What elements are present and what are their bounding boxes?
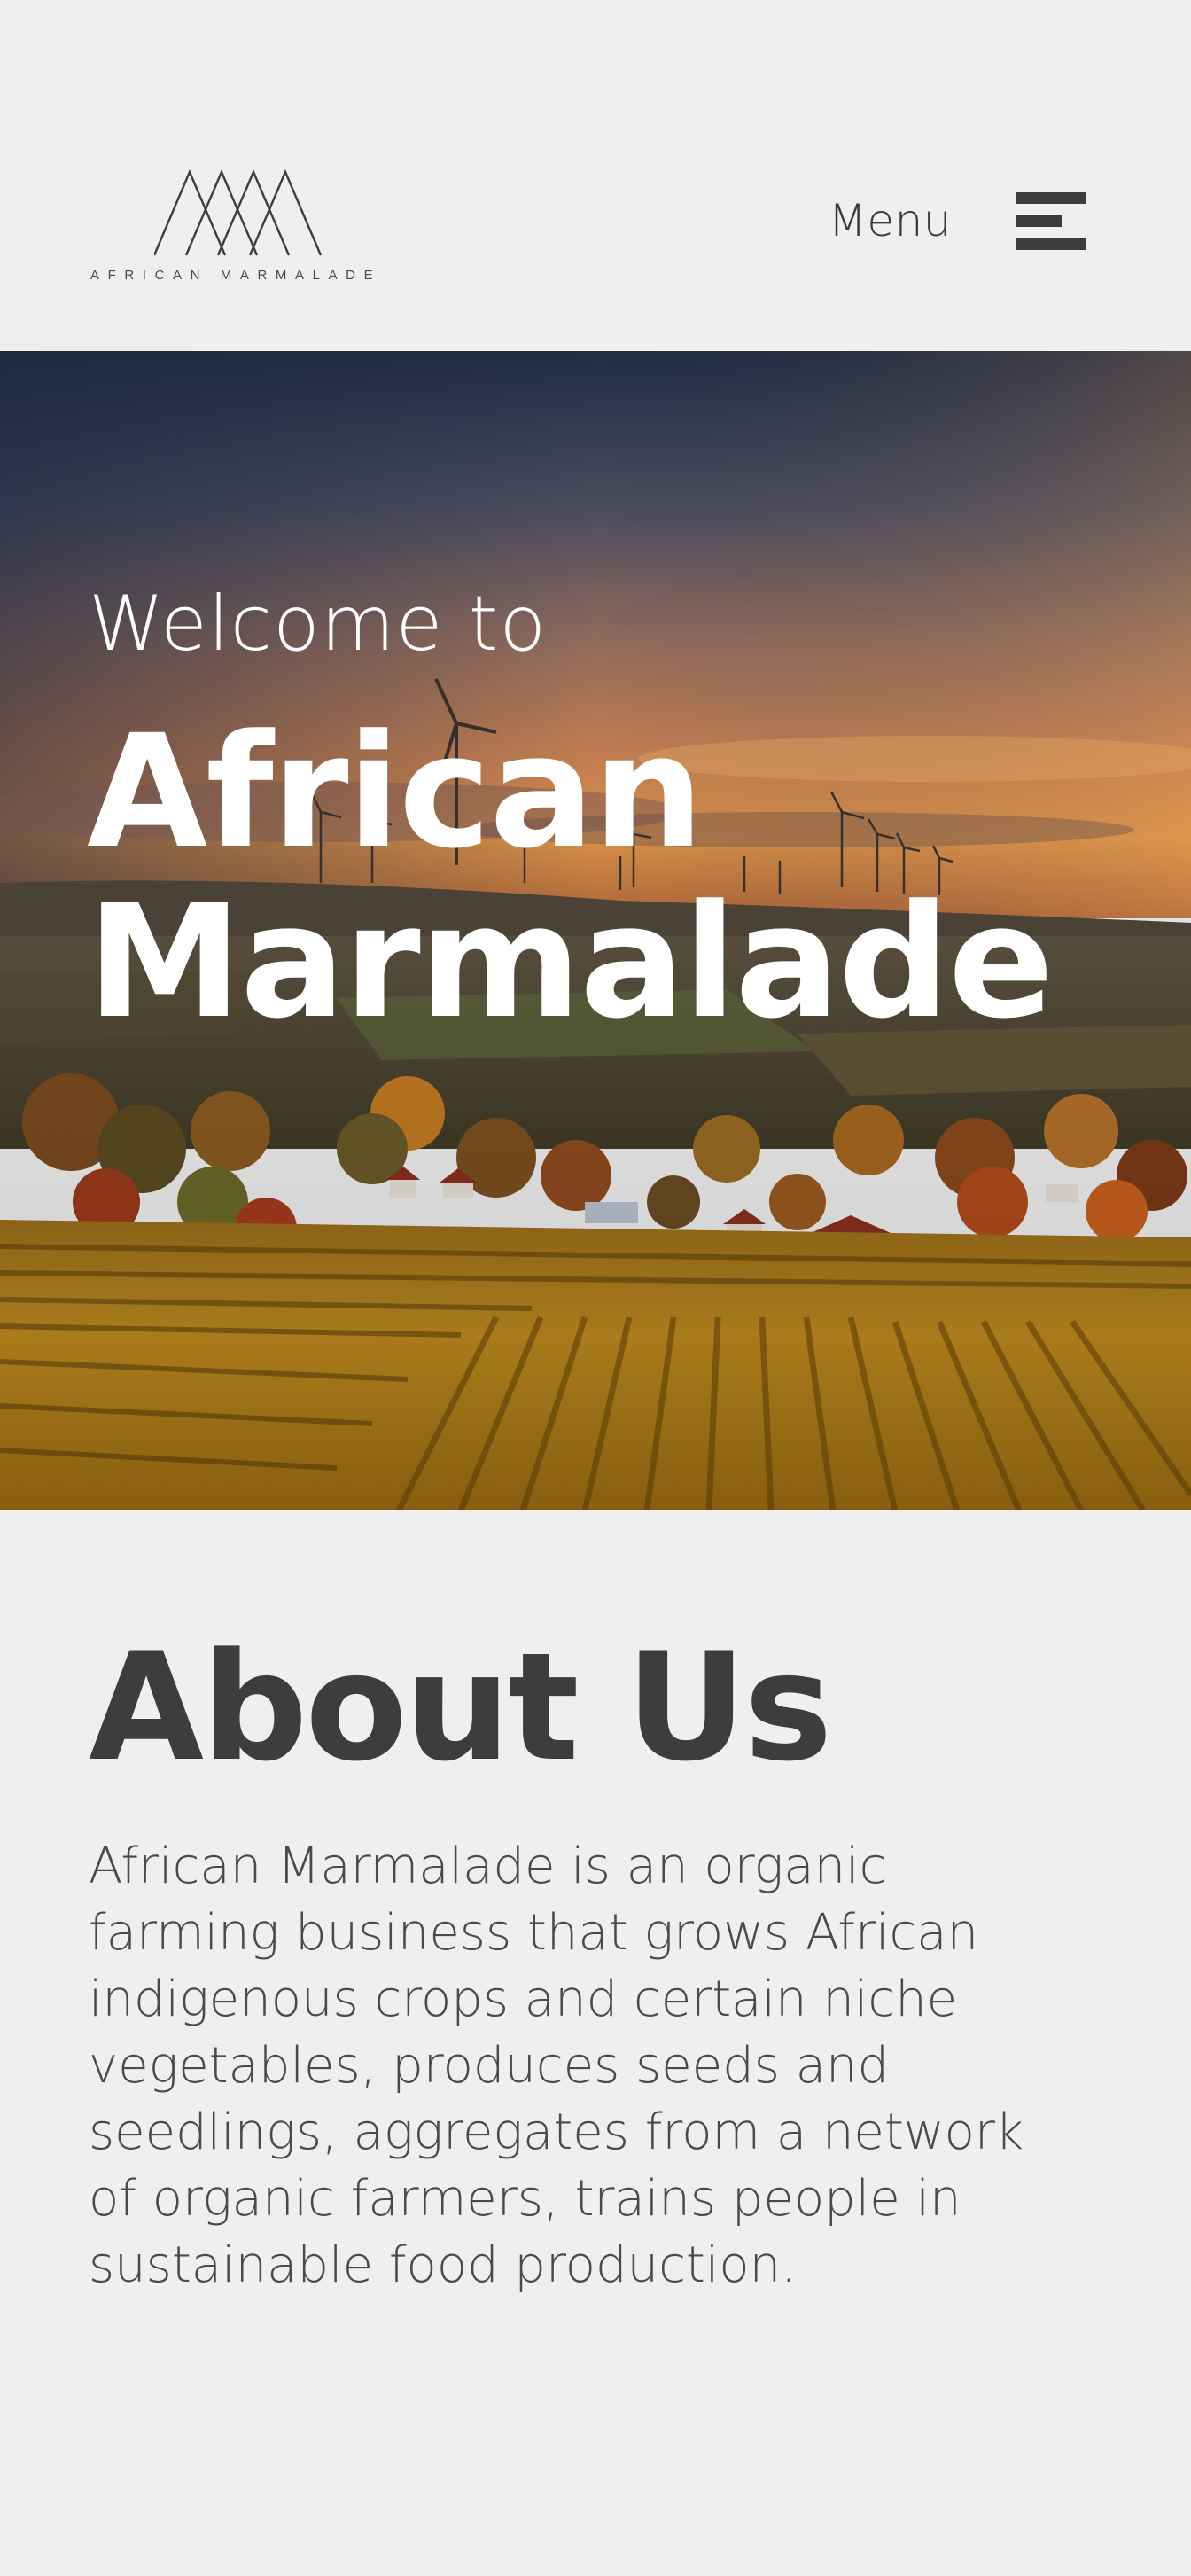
hamburger-bar-bottom	[1016, 238, 1086, 250]
logo-link[interactable]: AFRICAN MARMALADE	[90, 168, 392, 289]
menu-label: Menu	[828, 195, 952, 246]
menu-toggle-button[interactable]: Menu	[829, 190, 1086, 252]
logo-wordmark: AFRICAN MARMALADE	[90, 268, 382, 283]
about-heading: About Us	[89, 1620, 833, 1794]
mountain-logo-icon	[154, 168, 323, 256]
hero-welcome-text: Welcome to	[89, 580, 548, 668]
site-header: AFRICAN MARMALADE Menu	[0, 0, 1191, 351]
hero-section: Welcome to African Marmalade	[0, 351, 1191, 1510]
about-description: African Marmalade is an organic farming …	[89, 1838, 1024, 2294]
hamburger-bar-middle	[1016, 215, 1062, 227]
about-section: About Us African Marmalade is an organic…	[0, 1510, 1191, 2576]
hamburger-icon[interactable]	[1016, 192, 1086, 250]
hamburger-bar-top	[1016, 192, 1086, 204]
hero-title: African Marmalade	[87, 701, 1054, 1053]
